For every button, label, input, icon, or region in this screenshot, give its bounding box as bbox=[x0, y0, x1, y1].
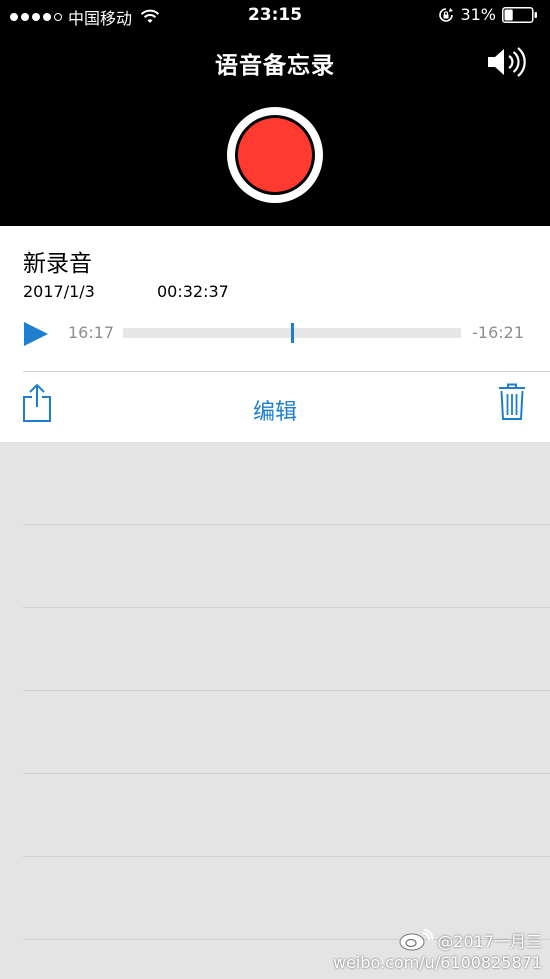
list-separator bbox=[23, 607, 550, 608]
memo-card[interactable]: 新录音 2017/1/3 00:32:37 16:17 -16:21 编辑 bbox=[0, 226, 550, 442]
speaker-icon[interactable] bbox=[486, 46, 526, 78]
trash-icon[interactable] bbox=[498, 383, 526, 421]
watermark-url: weibo.com/u/6100825871 bbox=[332, 953, 542, 972]
memo-duration: 00:32:37 bbox=[157, 282, 229, 301]
time-elapsed: 16:17 bbox=[68, 323, 115, 342]
list-separator bbox=[23, 690, 550, 691]
watermark-handle-text: @2017一月三 bbox=[437, 932, 542, 951]
rotation-lock-icon bbox=[439, 7, 454, 22]
divider bbox=[23, 371, 550, 372]
battery-icon bbox=[502, 6, 537, 23]
memo-date: 2017/1/3 bbox=[23, 282, 95, 301]
watermark-handle: @2017一月三 bbox=[399, 928, 542, 952]
memo-list-empty bbox=[0, 442, 550, 979]
list-separator bbox=[23, 524, 550, 525]
edit-button[interactable]: 编辑 bbox=[0, 394, 550, 426]
header-region: 中国移动 23:15 31% 语音备忘录 bbox=[0, 0, 550, 226]
play-icon[interactable] bbox=[23, 321, 49, 347]
memo-title: 新录音 bbox=[23, 251, 92, 277]
scrubber-thumb[interactable] bbox=[291, 323, 294, 343]
playback-scrubber[interactable] bbox=[123, 323, 461, 343]
time-remaining: -16:21 bbox=[472, 323, 524, 342]
page-title: 语音备忘录 bbox=[215, 53, 335, 79]
record-icon bbox=[238, 118, 312, 192]
status-right: 31% bbox=[438, 5, 538, 24]
list-separator bbox=[23, 773, 550, 774]
battery-percent: 31% bbox=[460, 5, 496, 24]
record-button[interactable] bbox=[227, 107, 323, 203]
edit-label[interactable]: 编辑 bbox=[253, 400, 297, 425]
weibo-logo-icon bbox=[399, 929, 434, 951]
list-separator bbox=[23, 856, 550, 857]
status-bar: 中国移动 23:15 31% bbox=[0, 0, 550, 32]
